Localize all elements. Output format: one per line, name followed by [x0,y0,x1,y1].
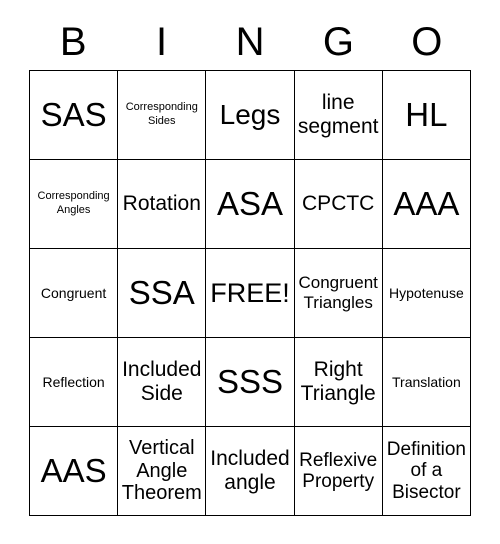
bingo-cell-label: SSA [128,273,195,311]
bingo-cell-r5c4[interactable]: Reflexive Property [294,427,383,516]
bingo-cell-label: Congruent [40,284,107,301]
bingo-cell-label: AAA [393,184,460,222]
bingo-cell-r1c5[interactable]: HL [382,71,471,160]
bingo-cell-label: Corresponding Angles [37,190,110,216]
bingo-cell-label: Rotation [122,192,201,216]
bingo-cell-label: Hypotenuse [389,284,464,301]
bingo-cell-r3c2[interactable]: SSA [118,249,207,338]
bingo-cell-r3c4[interactable]: Congruent Triangles [294,249,383,338]
bingo-cell-r1c2[interactable]: Corresponding Sides [118,71,207,160]
bingo-cell-label: Reflection [42,373,105,390]
bingo-cell-label: Vertical Angle Theorem [121,437,202,505]
bingo-cell-r3c5[interactable]: Hypotenuse [382,249,471,338]
bingo-cell-label: CPCTC [302,192,375,216]
bingo-cell-label: Right Triangle [300,358,376,405]
header-letter-n: N [235,20,265,64]
bingo-cell-r5c1[interactable]: AAS [30,427,119,516]
bingo-cell-label: SSS [216,362,284,400]
bingo-cell-label: Reflexive Property [299,449,378,492]
bingo-grid: SAS Corresponding Sides Legs line segment HL… [29,70,471,516]
header-letter-o: O [411,20,443,64]
bingo-cell-label: Included Side [122,358,202,405]
bingo-cell-r2c3[interactable]: ASA [206,160,295,249]
bingo-cell-r5c5[interactable]: Definition of a Bisector [382,427,471,516]
bingo-cell-r4c4[interactable]: Right Triangle [294,338,383,427]
bingo-cell-r4c2[interactable]: Included Side [118,338,207,427]
bingo-cell-r1c1[interactable]: SAS [30,71,119,160]
bingo-cell-label: FREE! [210,277,290,308]
bingo-cell-r4c3[interactable]: SSS [206,338,295,427]
bingo-cell-r2c5[interactable]: AAA [382,160,471,249]
bingo-cell-r5c3[interactable]: Included angle [206,427,295,516]
bingo-cell-r3c1[interactable]: Congruent [30,249,119,338]
bingo-cell-r1c3[interactable]: Legs [206,71,295,160]
bingo-card: B I N G O SAS Corresponding Sides Legs line… [0,0,500,544]
header-letter-g: G [322,20,354,64]
bingo-cell-label: Congruent Triangles [298,273,378,312]
bingo-cell-r5c2[interactable]: Vertical Angle Theorem [118,427,207,516]
bingo-cell-label: ASA [216,184,284,222]
bingo-cell-r3c3[interactable]: FREE! [206,249,295,338]
bingo-header-row: B I N G O [29,16,471,68]
bingo-cell-label: HL [405,95,448,133]
bingo-cell-label: line segment [297,91,379,138]
bingo-cell-label: Legs [219,99,281,131]
bingo-cell-r2c4[interactable]: CPCTC [294,160,383,249]
bingo-cell-r2c2[interactable]: Rotation [118,160,207,249]
header-letter-b: B [59,20,87,64]
bingo-cell-r4c5[interactable]: Translation [382,338,471,427]
bingo-cell-label: Definition of a Bisector [386,439,466,503]
bingo-cell-r1c4[interactable]: line segment [294,71,383,160]
header-letter-i: I [156,20,168,64]
bingo-cell-label: AAS [40,451,107,489]
bingo-cell-label: Translation [392,373,461,390]
bingo-cell-r4c1[interactable]: Reflection [30,338,119,427]
bingo-cell-label: Included angle [210,447,290,494]
bingo-cell-r2c1[interactable]: Corresponding Angles [30,160,119,249]
bingo-cell-label: SAS [40,95,107,133]
bingo-cell-label: Corresponding Sides [125,101,198,127]
